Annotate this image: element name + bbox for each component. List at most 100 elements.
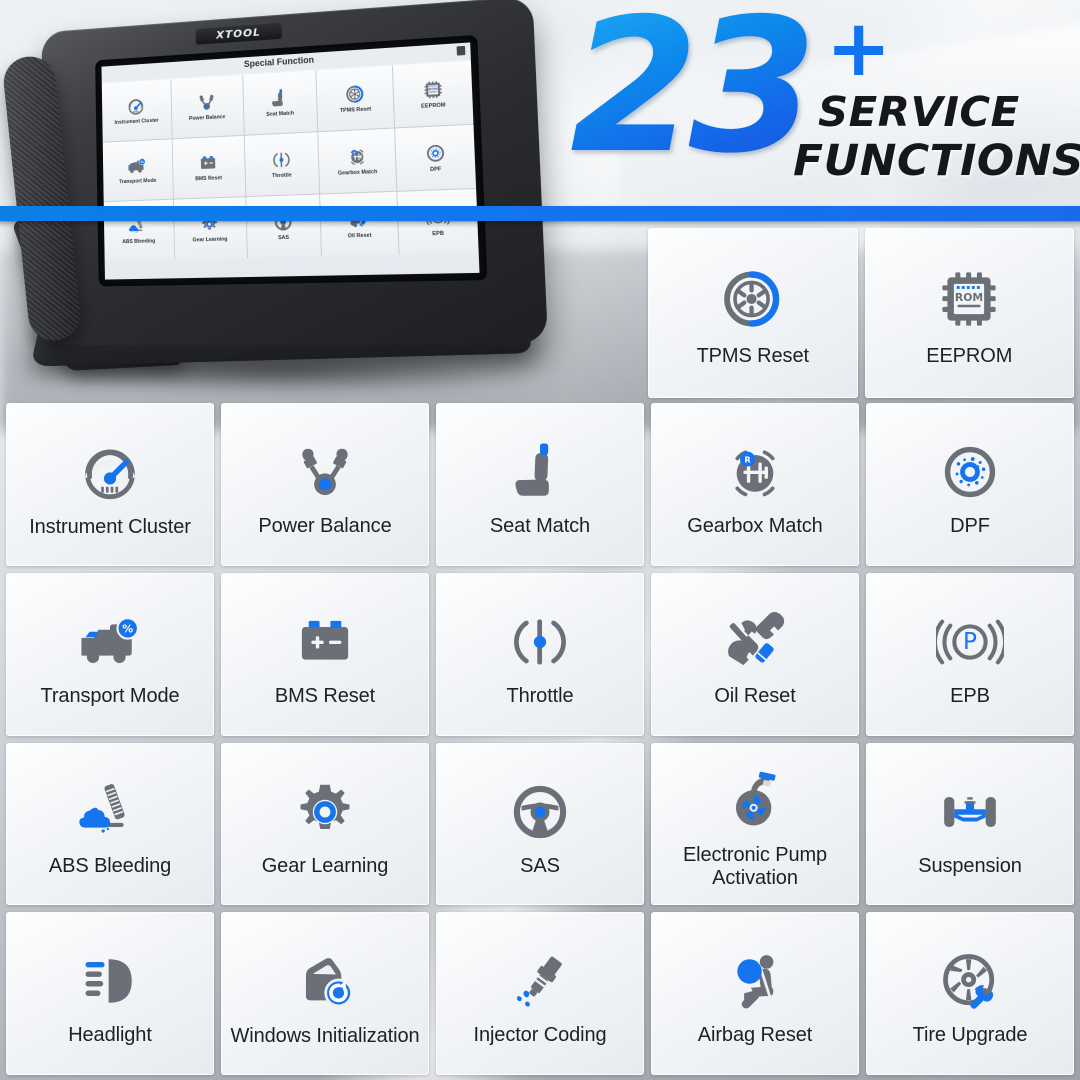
screen-tile-eeprom[interactable]: ROM EEPROM xyxy=(393,60,474,128)
tile-label: TPMS Reset xyxy=(696,344,809,367)
tile-instrument-cluster[interactable]: Instrument Cluster xyxy=(6,403,214,566)
tile-throttle[interactable]: Throttle xyxy=(436,572,644,736)
screen-tile-label: EPB xyxy=(432,231,445,238)
tile-injector-coding[interactable]: Injector Coding xyxy=(436,912,644,1075)
screen-tile-label: Oil Reset xyxy=(347,233,372,240)
screen-tile-label: Seat Match xyxy=(266,110,295,119)
brake-pedal-fluid-icon xyxy=(7,769,213,855)
screen-tile-label: Transport Mode xyxy=(118,178,157,186)
battery-pack-icon xyxy=(222,599,428,685)
screen-tile-instrument-cluster[interactable]: Instrument Cluster xyxy=(101,79,172,142)
screen-function-grid[interactable]: Instrument Cluster Power Balance Seat Ma… xyxy=(101,60,479,262)
tile-oil-reset[interactable]: Oil Reset xyxy=(651,572,859,736)
tile-label: Transport Mode xyxy=(40,684,180,707)
tile-power-balance[interactable]: Power Balance xyxy=(221,403,429,566)
tile-headlight[interactable]: Headlight xyxy=(6,912,214,1075)
screen-tile-label: Gearbox Match xyxy=(337,169,378,178)
tile-label: Seat Match xyxy=(489,515,591,538)
main-tile-grid: Instrument Cluster Power Balance Seat Ma… xyxy=(6,403,1074,1075)
tile-label: EPB xyxy=(950,684,990,707)
car-door-refresh-icon xyxy=(222,939,428,1025)
svg-text:%: % xyxy=(122,622,133,635)
tile-sas[interactable]: SAS xyxy=(436,742,644,906)
car-seat-icon xyxy=(269,87,291,110)
headlight-beam-icon xyxy=(7,938,213,1024)
screen-tile-tpms-reset[interactable]: TPMS Reset xyxy=(316,65,395,132)
tile-tpms-reset[interactable]: TPMS Reset xyxy=(648,228,858,398)
svg-text:R: R xyxy=(744,455,751,465)
blue-divider-bar xyxy=(0,206,1080,221)
tile-label: Gearbox Match xyxy=(687,515,823,538)
tile-label: Tire Upgrade xyxy=(912,1024,1028,1047)
screen-tile-label: TPMS Reset xyxy=(339,106,372,115)
truck-icon: % xyxy=(127,155,148,177)
headline-line2: FUNCTIONS xyxy=(793,136,1080,186)
tablet-body: XTOOL Special Function ↶ Instrument Clus… xyxy=(41,0,549,346)
tile-label: Windows Initialization xyxy=(230,1025,420,1048)
cog-icon xyxy=(222,769,428,855)
tile-windows-initialization[interactable]: Windows Initialization xyxy=(221,912,429,1075)
tile-suspension[interactable]: Suspension xyxy=(866,742,1074,906)
wrench-screwdriver-icon xyxy=(652,599,858,685)
tablet-brand-text: XTOOL xyxy=(216,26,261,42)
screen-tile-bms-reset[interactable]: BMS Reset xyxy=(172,135,245,199)
screen-tile-label: Instrument Cluster xyxy=(114,118,159,127)
tile-label: Instrument Cluster xyxy=(29,516,191,539)
screen-tile-transport-mode[interactable]: % Transport Mode xyxy=(102,139,173,202)
tile-label: Electronic Pump Activation xyxy=(682,844,828,889)
screen-tile-label: Gear Learning xyxy=(192,236,228,244)
headline-plus: + xyxy=(826,4,892,94)
svg-text:ROM: ROM xyxy=(955,291,983,304)
tablet-screen: Special Function ↶ Instrument Cluster Po… xyxy=(101,42,480,280)
dpf-filter-icon xyxy=(423,142,447,166)
poster-canvas: 23 + SERVICE FUNCTIONS XTOOL Special Fun… xyxy=(0,0,1080,1080)
fuel-injector-icon xyxy=(437,938,643,1024)
truck-icon: % xyxy=(7,599,213,685)
tile-electronic-pump-activation[interactable]: Electronic Pump Activation xyxy=(651,742,859,906)
wheel-wrench-icon xyxy=(867,938,1073,1024)
gauge-icon xyxy=(126,96,147,118)
screen-tile-label: EEPROM xyxy=(421,102,446,111)
rom-chip-icon: ROM xyxy=(421,78,445,102)
tire-pressure-icon xyxy=(344,83,367,106)
tile-airbag-reset[interactable]: Airbag Reset xyxy=(651,912,859,1075)
headline-number: 23 xyxy=(570,0,817,194)
tile-bms-reset[interactable]: BMS Reset xyxy=(221,572,429,736)
screen-tile-gearbox-match[interactable]: R Gearbox Match xyxy=(318,128,397,194)
tile-gearbox-match[interactable]: R Gearbox Match xyxy=(651,403,859,566)
tile-abs-bleeding[interactable]: ABS Bleeding xyxy=(6,742,214,906)
screen-tile-throttle[interactable]: Throttle xyxy=(244,132,320,197)
tile-label: Injector Coding xyxy=(473,1024,607,1047)
parking-brake-icon: P xyxy=(867,599,1073,685)
tile-tire-upgrade[interactable]: Tire Upgrade xyxy=(866,912,1074,1075)
tile-seat-match[interactable]: Seat Match xyxy=(436,403,644,566)
screen-tile-label: Throttle xyxy=(271,172,292,180)
tile-label: DPF xyxy=(950,515,990,538)
headline-line1: SERVICE xyxy=(818,88,1020,136)
tile-label: Oil Reset xyxy=(714,684,796,707)
screen-tile-label: DPF xyxy=(429,166,442,174)
electronic-pump-icon xyxy=(652,758,858,844)
tile-transport-mode[interactable]: % Transport Mode xyxy=(6,572,214,736)
tire-pressure-icon xyxy=(649,253,857,345)
tile-label: Suspension xyxy=(918,854,1022,877)
tile-gear-learning[interactable]: Gear Learning xyxy=(221,742,429,906)
steering-wheel-icon xyxy=(437,769,643,855)
tile-label: SAS xyxy=(520,854,560,877)
tile-label: EEPROM xyxy=(926,344,1013,367)
battery-icon xyxy=(456,45,466,56)
screen-tile-dpf[interactable]: DPF xyxy=(395,124,477,191)
tile-dpf[interactable]: DPF xyxy=(866,403,1074,566)
airbag-occupant-icon xyxy=(652,938,858,1024)
top-tile-grid: TPMS Reset ROM EEPROM xyxy=(648,228,1074,398)
gear-shifter-icon: R xyxy=(346,145,369,168)
screen-tile-label: Power Balance xyxy=(189,114,226,123)
screen-tile-power-balance[interactable]: Power Balance xyxy=(171,75,244,139)
screen-tile-label: SAS xyxy=(278,235,290,242)
screen-tile-seat-match[interactable]: Seat Match xyxy=(242,70,318,135)
tile-epb[interactable]: P EPB xyxy=(866,572,1074,736)
tile-eeprom[interactable]: ROM EEPROM xyxy=(864,228,1074,398)
tile-label: Headlight xyxy=(68,1024,152,1047)
battery-pack-icon xyxy=(198,152,219,174)
car-seat-icon xyxy=(437,429,643,515)
